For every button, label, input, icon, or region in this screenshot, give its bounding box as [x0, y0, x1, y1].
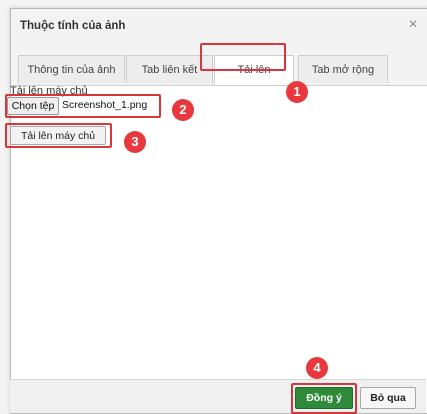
- tab-image-info[interactable]: Thông tin của ảnh: [18, 55, 125, 83]
- close-icon[interactable]: ×: [405, 17, 421, 33]
- step-badge-2: 2: [172, 99, 194, 121]
- step-badge-1: 1: [286, 81, 308, 103]
- choose-file-button[interactable]: Chọn tệp: [7, 97, 59, 115]
- cancel-button[interactable]: Bỏ qua: [360, 387, 416, 409]
- dialog-title: Thuộc tính của ảnh: [20, 20, 126, 32]
- selected-file-name: Screenshot_1.png: [62, 99, 148, 111]
- ok-button[interactable]: Đồng ý: [295, 387, 353, 409]
- step-badge-3: 3: [124, 131, 146, 153]
- tab-advanced[interactable]: Tab mở rộng: [298, 55, 388, 83]
- upload-tab-highlight: [200, 43, 286, 71]
- step-badge-4: 4: [306, 357, 328, 379]
- upload-to-server-button[interactable]: Tải lên máy chủ: [10, 126, 106, 145]
- dialog-titlebar: Thuộc tính của ảnh ×: [11, 9, 427, 46]
